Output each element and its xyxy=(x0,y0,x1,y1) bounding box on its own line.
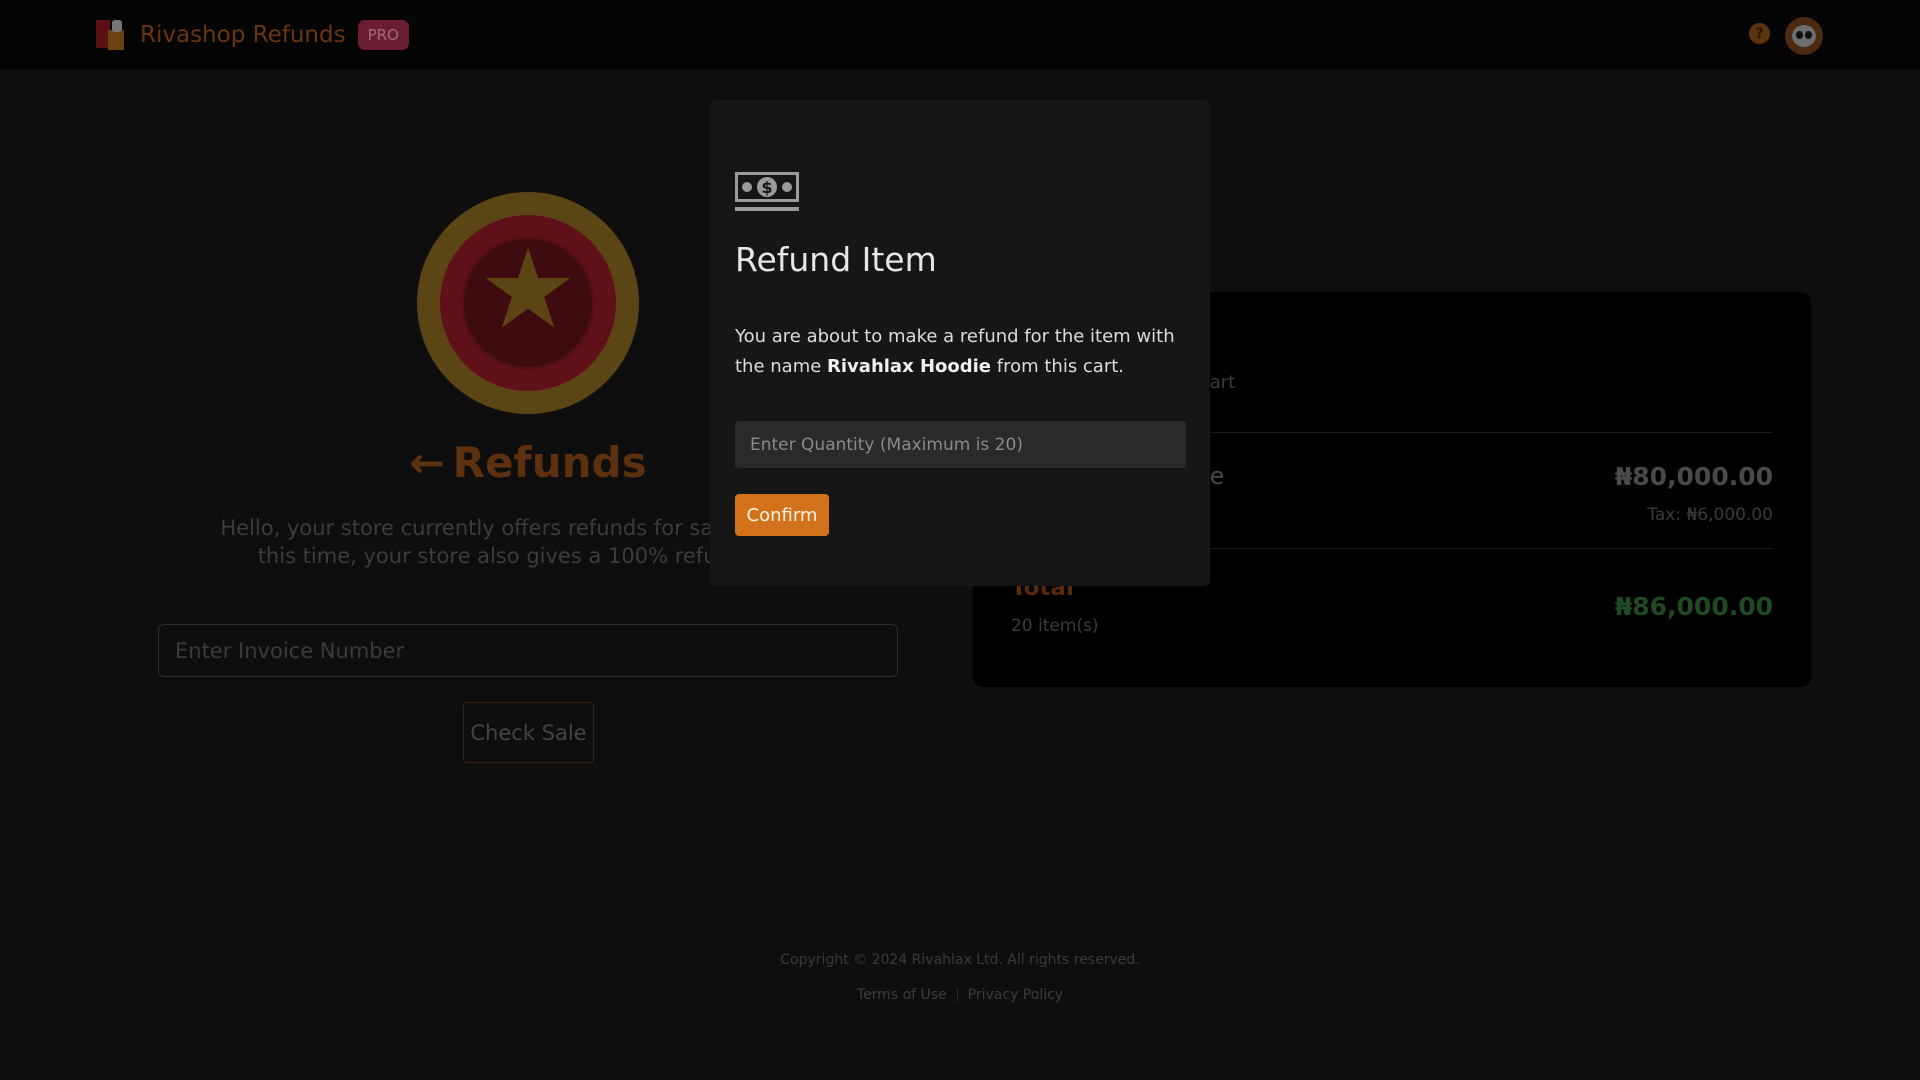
star-icon: ★ xyxy=(478,225,578,353)
cart-item-price: ₦80,000.00 xyxy=(1614,462,1773,491)
award-badge-icon: ★ xyxy=(415,190,641,416)
refund-item-modal: $ Refund Item You are about to make a re… xyxy=(710,100,1210,586)
privacy-link[interactable]: Privacy Policy xyxy=(968,987,1063,1003)
brand[interactable]: Rivashop Refunds PRO xyxy=(96,18,409,52)
brand-name[interactable]: Rivashop Refunds xyxy=(140,22,346,48)
check-sale-button[interactable]: Check Sale xyxy=(463,702,594,763)
footer-links: Terms of Use Privacy Policy xyxy=(0,987,1920,1003)
back-arrow-icon[interactable]: ← xyxy=(409,438,444,487)
confirm-button[interactable]: Confirm xyxy=(735,494,829,536)
page-title-text: Refunds xyxy=(452,438,647,487)
avatar[interactable] xyxy=(1785,17,1823,55)
svg-text:$: $ xyxy=(761,178,772,197)
total-price: ₦86,000.00 xyxy=(1614,592,1773,621)
help-icon[interactable]: ? xyxy=(1749,23,1770,44)
invoice-number-input[interactable] xyxy=(158,624,898,677)
total-items-count: 20 item(s) xyxy=(1011,616,1099,636)
pro-badge: PRO xyxy=(357,20,409,50)
terms-link[interactable]: Terms of Use xyxy=(857,987,947,1003)
modal-title: Refund Item xyxy=(735,240,937,279)
quantity-input[interactable] xyxy=(735,421,1186,468)
cart-item-tax: Tax: ₦6,000.00 xyxy=(1647,505,1773,525)
shop-logo-icon xyxy=(96,18,128,52)
copyright-text: Copyright © 2024 Rivahlax Ltd. All right… xyxy=(780,952,1140,968)
modal-message-suffix: from this cart. xyxy=(991,356,1125,377)
divider xyxy=(956,988,958,1002)
modal-message: You are about to make a refund for the i… xyxy=(735,322,1195,382)
money-icon: $ xyxy=(735,172,799,211)
modal-item-name: Rivahlax Hoodie xyxy=(827,356,992,377)
top-navbar: Rivashop Refunds PRO ? xyxy=(0,0,1920,70)
